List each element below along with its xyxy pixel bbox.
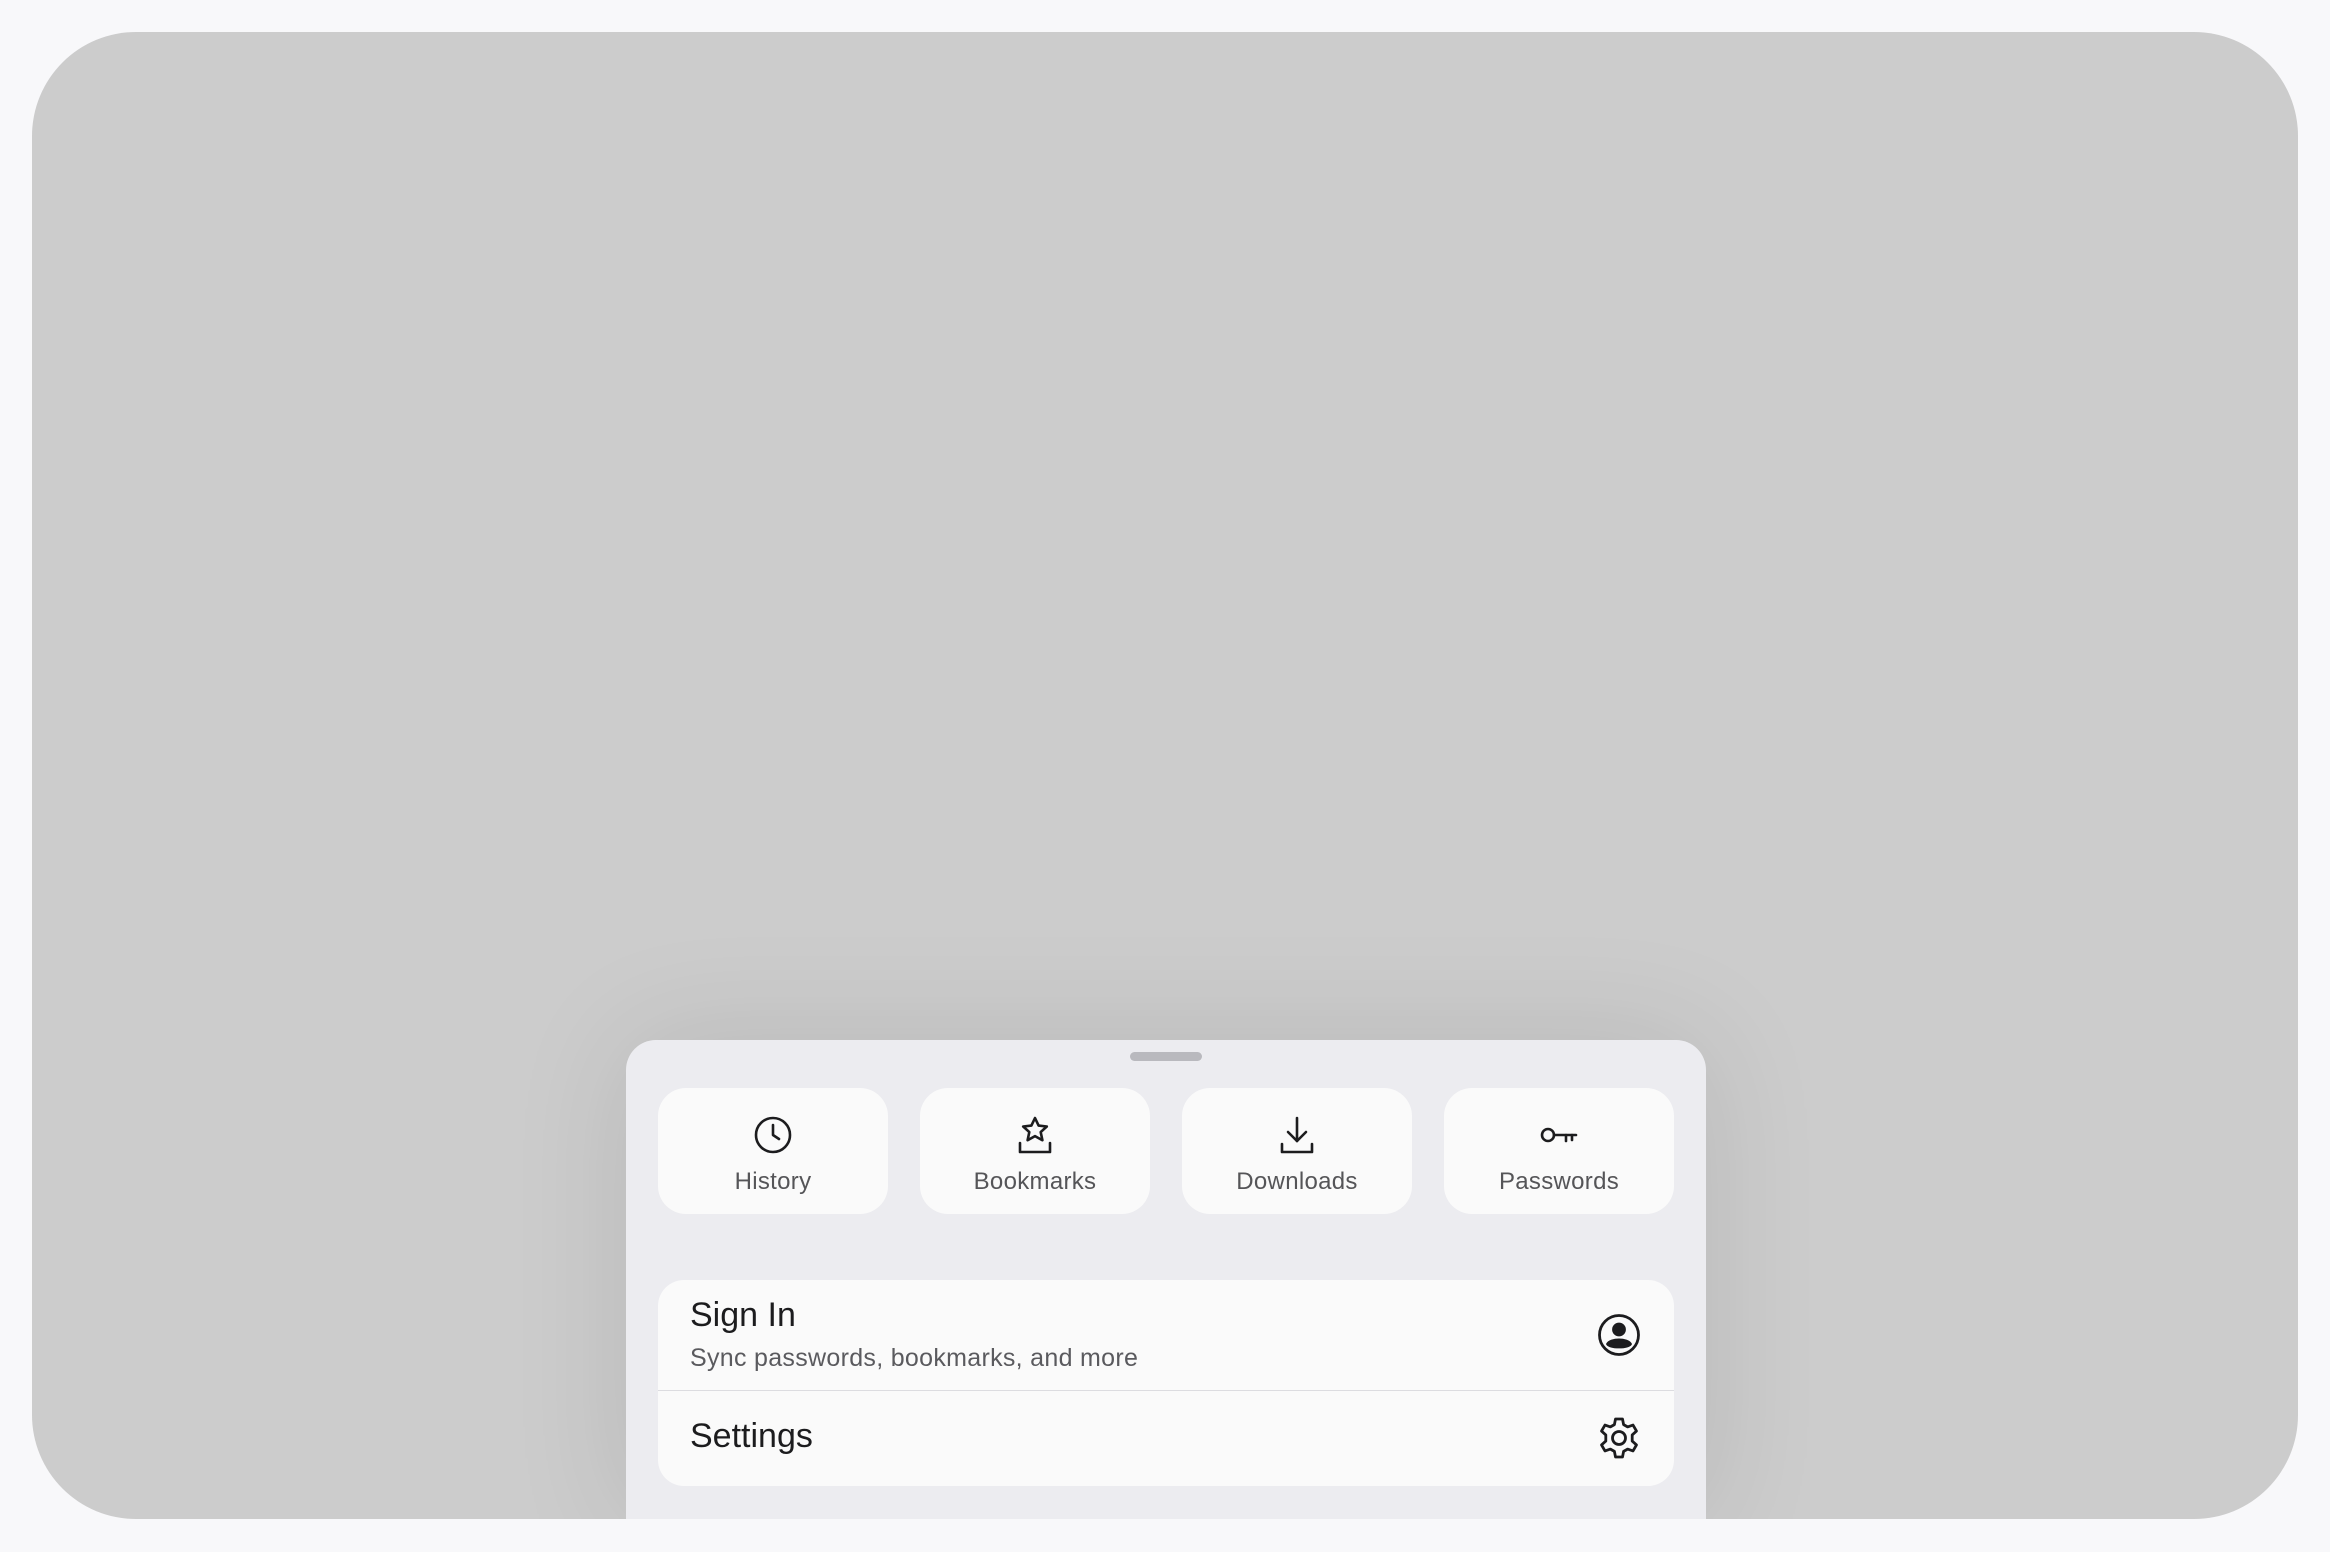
history-label: History [734,1168,812,1195]
sheet-grabber-handle[interactable] [1130,1052,1202,1061]
account-circle-icon [1596,1312,1642,1358]
sign-in-title: Sign In [690,1296,796,1334]
clock-icon [753,1115,793,1155]
menu-list: Sign In Sync passwords, bookmarks, and m… [658,1280,1674,1486]
quick-actions: History Bookmarks Downloads Passwords [658,1088,1674,1214]
history-button[interactable]: History [658,1088,888,1214]
key-icon [1539,1115,1579,1155]
download-icon [1277,1115,1317,1155]
bookmark-star-icon [1015,1115,1055,1155]
sign-in-subtitle: Sync passwords, bookmarks, and more [690,1344,1139,1372]
downloads-button[interactable]: Downloads [1182,1088,1412,1214]
gear-icon [1596,1415,1642,1461]
settings-row[interactable]: Settings [658,1391,1674,1486]
sign-in-row[interactable]: Sign In Sync passwords, bookmarks, and m… [658,1280,1674,1390]
passwords-button[interactable]: Passwords [1444,1088,1674,1214]
passwords-label: Passwords [1498,1168,1620,1195]
settings-title: Settings [690,1417,813,1455]
menu-sheet: History Bookmarks Downloads Passwords Si… [626,1040,1706,1519]
page-backdrop: History Bookmarks Downloads Passwords Si… [32,32,2298,1519]
bookmarks-button[interactable]: Bookmarks [920,1088,1150,1214]
bookmarks-label: Bookmarks [973,1168,1097,1195]
downloads-label: Downloads [1236,1168,1358,1195]
